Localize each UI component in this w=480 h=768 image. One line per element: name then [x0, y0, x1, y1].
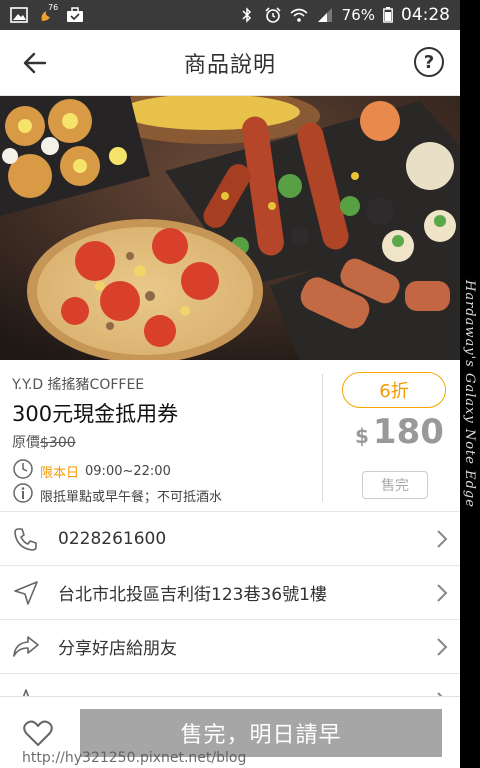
edge-watermark: Hardaway's Galaxy Note Edge — [460, 30, 480, 768]
edge-watermark-text: Hardaway's Galaxy Note Edge — [462, 280, 477, 508]
sale-price: $ 180 — [355, 412, 444, 452]
help-icon: ? — [423, 51, 435, 73]
back-arrow-icon — [23, 52, 47, 74]
valid-hours-text: 09:00~22:00 — [85, 463, 171, 479]
top-app-bar: 商品說明 ? — [0, 30, 460, 96]
address-row[interactable]: 台北市北投區吉利街123巷36號1樓 — [0, 566, 460, 620]
favorite-button[interactable] — [18, 713, 58, 753]
bluetooth-icon — [238, 7, 256, 23]
info-icon — [12, 482, 34, 508]
price-amount: 180 — [372, 412, 444, 452]
chevron-right-icon — [436, 529, 448, 553]
usage-note-text: 限抵單點或早午餐；不可抵酒水 — [40, 489, 223, 505]
product-photo — [0, 96, 460, 360]
chevron-right-icon — [436, 583, 448, 607]
battery-percent: 76% — [341, 6, 375, 24]
weather-icon: 76 — [38, 3, 58, 23]
valid-days: 限本日 — [40, 465, 80, 481]
help-button[interactable]: ? — [414, 47, 444, 77]
product-name: 300元現金抵用券 — [12, 402, 179, 426]
share-icon — [12, 633, 40, 661]
weather-badge: 76 — [48, 3, 59, 12]
signal-icon — [316, 7, 334, 23]
product-info: Y.Y.D 搖搖豬COFFEE 300元現金抵用券 原價$300 限本日 09:… — [0, 360, 460, 512]
phone-icon — [12, 525, 40, 553]
battery-icon — [383, 7, 393, 23]
valid-hours: 限本日 09:00~22:00 — [12, 458, 171, 484]
chevron-right-icon — [436, 637, 448, 661]
briefcase-icon — [66, 7, 84, 23]
discount-badge: 6折 — [342, 372, 446, 408]
heart-icon — [23, 720, 53, 746]
location-arrow-icon — [12, 579, 40, 607]
original-price-value: $300 — [40, 435, 76, 451]
phone-number: 0228261600 — [58, 528, 167, 549]
wifi-icon — [290, 7, 308, 23]
share-text: 分享好店給朋友 — [58, 639, 177, 659]
blog-url-watermark: http://hy321250.pixnet.net/blog — [22, 750, 247, 766]
status-bar: 76 76% 04:28 — [0, 0, 460, 30]
usage-note: 限抵單點或早午餐；不可抵酒水 — [12, 482, 222, 508]
original-price-label: 原價 — [12, 435, 40, 451]
gallery-icon — [10, 7, 28, 23]
page-title: 商品說明 — [183, 52, 276, 78]
back-button[interactable] — [20, 48, 50, 78]
alarm-icon — [264, 7, 282, 23]
clock: 04:28 — [401, 5, 450, 25]
address-text: 台北市北投區吉利街123巷36號1樓 — [58, 585, 327, 605]
share-row[interactable]: 分享好店給朋友 — [0, 620, 460, 674]
sold-out-badge: 售完 — [362, 471, 428, 499]
price-currency: $ — [355, 424, 369, 448]
original-price: 原價$300 — [12, 432, 76, 452]
app-screen: 商品說明 ? Y.Y.D 搖搖豬COFFEE 300元現金抵用券 原價$300 … — [0, 30, 460, 768]
clock-icon — [12, 458, 34, 484]
bottom-action-bar: 售完，明日請早 http://hy321250.pixnet.net/blog — [0, 696, 460, 768]
phone-row[interactable]: 0228261600 — [0, 512, 460, 566]
shop-name: Y.Y.D 搖搖豬COFFEE — [12, 377, 145, 393]
info-divider — [322, 374, 323, 502]
